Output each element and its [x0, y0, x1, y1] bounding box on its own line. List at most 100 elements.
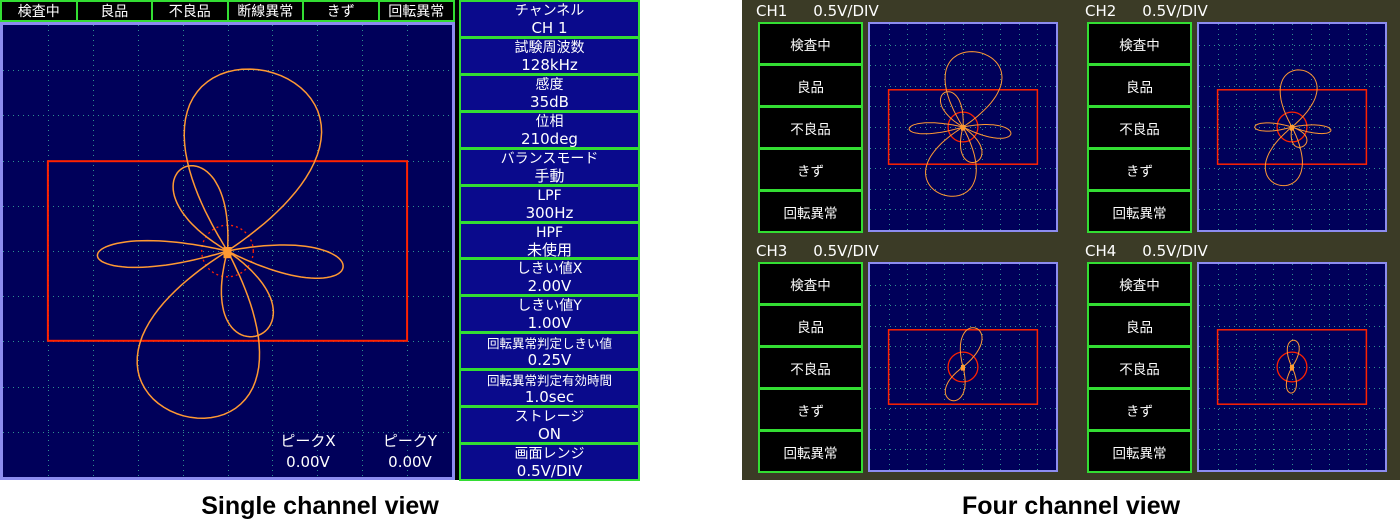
- scope-display-ch2[interactable]: [1197, 22, 1387, 232]
- menu-item-value: 2.00V: [527, 277, 572, 296]
- menu-item-label: ストレージ: [514, 409, 585, 426]
- channel-title-ch4: CH4 0.5V/DIV: [1085, 242, 1208, 260]
- peak-x-label: ピークX: [280, 432, 336, 450]
- status-button-wire-break[interactable]: 断線異常: [227, 0, 303, 22]
- menu-item-label: チャンネル: [514, 3, 585, 19]
- status-button-inspecting[interactable]: 検査中: [0, 0, 77, 22]
- status-button-ch3-inspecting[interactable]: 検査中: [758, 262, 863, 305]
- scope-display[interactable]: ピークX 0.00V ピークY 0.00V: [0, 22, 455, 480]
- status-button-ch1-inspecting[interactable]: 検査中: [758, 22, 863, 65]
- status-button-ch1-rotation-error[interactable]: 回転異常: [758, 190, 863, 233]
- status-button-ch3-scratch[interactable]: きず: [758, 388, 863, 431]
- status-button-ch3-rotation-error[interactable]: 回転異常: [758, 430, 863, 473]
- peak-y-readout: ピークY 0.00V: [355, 431, 465, 473]
- channel-status-buttons-ch1: 検査中 良品 不良品 きず 回転異常: [758, 22, 863, 233]
- scope-display-ch4[interactable]: [1197, 262, 1387, 472]
- status-button-ch2-defective[interactable]: 不良品: [1087, 106, 1192, 149]
- channel-title-ch3: CH3 0.5V/DIV: [756, 242, 879, 260]
- menu-item-value: 0.5V/DIV: [516, 462, 583, 481]
- status-button-ch3-defective[interactable]: 不良品: [758, 346, 863, 389]
- scope-display-ch1[interactable]: [868, 22, 1058, 232]
- menu-item-label: 回転異常判定有効時間: [486, 373, 612, 389]
- status-button-ch2-inspecting[interactable]: 検査中: [1087, 22, 1192, 65]
- channel-range: 0.5V/DIV: [1142, 242, 1208, 260]
- menu-item-sensitivity[interactable]: 感度 35dB: [459, 73, 640, 112]
- status-button-ch2-good[interactable]: 良品: [1087, 64, 1192, 107]
- screenshot-root: 検査中 良品 不良品 断線異常 きず 回転異常 ピークX 0.00V ピークY 0.00V…: [0, 0, 1400, 530]
- menu-item-balance-mode[interactable]: バランスモード 手動: [459, 147, 640, 186]
- menu-item-label: 回転異常判定しきい値: [486, 336, 612, 352]
- single-channel-view: 検査中 良品 不良品 断線異常 きず 回転異常 ピークX 0.00V ピークY 0.00V…: [0, 0, 640, 481]
- menu-item-value: 300Hz: [525, 203, 574, 222]
- menu-item-value: 未使用: [526, 240, 572, 259]
- settings-menu: チャンネル CH 1 試験周波数 128kHz 感度 35dB 位相 210deg バランスモー…: [459, 0, 640, 481]
- four-view-caption: Four channel view: [961, 492, 1181, 520]
- status-button-good[interactable]: 良品: [76, 0, 152, 22]
- status-button-rotation-error[interactable]: 回転異常: [378, 0, 455, 22]
- menu-item-value: 1.00V: [527, 314, 572, 333]
- menu-item-hpf[interactable]: HPF 未使用: [459, 221, 640, 260]
- scope-canvas: [3, 25, 452, 477]
- status-button-ch1-defective[interactable]: 不良品: [758, 106, 863, 149]
- channel-panel-ch3: CH3 0.5V/DIV 検査中 良品 不良品 きず 回転異常: [742, 240, 1071, 480]
- menu-item-value: 0.25V: [527, 351, 572, 370]
- status-button-ch1-good[interactable]: 良品: [758, 64, 863, 107]
- four-channel-view: CH1 0.5V/DIV 検査中 良品 不良品 きず 回転異常 CH2 0.5V/DIV 検査中良…: [742, 0, 1400, 480]
- channel-status-buttons-ch3: 検査中 良品 不良品 きず 回転異常: [758, 262, 863, 473]
- menu-item-rotation-threshold[interactable]: 回転異常判定しきい値 0.25V: [459, 332, 640, 371]
- menu-item-threshold-x[interactable]: しきい値X 2.00V: [459, 258, 640, 297]
- menu-item-value: ON: [537, 425, 562, 444]
- menu-item-rotation-valid-time[interactable]: 回転異常判定有効時間 1.0sec: [459, 369, 640, 408]
- status-button-scratch[interactable]: きず: [303, 0, 379, 22]
- menu-item-label: 位相: [535, 113, 564, 130]
- menu-item-value: 手動: [534, 166, 565, 185]
- menu-item-label: 感度: [535, 76, 564, 93]
- channel-name: CH3: [756, 242, 788, 260]
- status-button-ch4-rotation-error[interactable]: 回転異常: [1087, 430, 1192, 473]
- menu-item-storage[interactable]: ストレージ ON: [459, 406, 640, 445]
- peak-x-readout: ピークX 0.00V: [253, 431, 363, 473]
- status-button-defective[interactable]: 不良品: [152, 0, 228, 22]
- channel-status-buttons-ch2: 検査中 良品 不良品 きず 回転異常: [1087, 22, 1192, 233]
- channel-name: CH4: [1085, 242, 1117, 260]
- menu-item-value: 1.0sec: [524, 388, 575, 407]
- menu-item-value: 35dB: [530, 92, 569, 111]
- channel-panel-ch1: CH1 0.5V/DIV 検査中 良品 不良品 きず 回転異常: [742, 0, 1071, 240]
- menu-item-test-frequency[interactable]: 試験周波数 128kHz: [459, 36, 640, 75]
- status-button-bar: 検査中 良品 不良品 断線異常 きず 回転異常: [0, 0, 455, 22]
- menu-item-phase[interactable]: 位相 210deg: [459, 110, 640, 149]
- menu-item-channel[interactable]: チャンネル CH 1: [459, 0, 640, 38]
- menu-item-label: しきい値Y: [517, 298, 582, 315]
- channel-status-buttons-ch4: 検査中 良品 不良品 きず 回転異常: [1087, 262, 1192, 473]
- menu-item-label: バランスモード: [500, 150, 599, 167]
- scope-canvas-ch1: [870, 24, 1056, 230]
- menu-item-value: 128kHz: [521, 55, 578, 74]
- single-view-caption: Single channel view: [201, 492, 439, 520]
- scope-canvas-ch2: [1199, 24, 1385, 230]
- channel-name: CH1: [756, 2, 788, 20]
- status-button-ch1-scratch[interactable]: きず: [758, 148, 863, 191]
- channel-range: 0.5V/DIV: [813, 2, 879, 20]
- scope-display-ch3[interactable]: [868, 262, 1058, 472]
- peak-y-value: 0.00V: [388, 453, 432, 471]
- status-button-ch2-rotation-error[interactable]: 回転異常: [1087, 190, 1192, 233]
- status-button-ch3-good[interactable]: 良品: [758, 304, 863, 347]
- status-button-ch4-defective[interactable]: 不良品: [1087, 346, 1192, 389]
- menu-item-value: 210deg: [521, 129, 578, 148]
- channel-panel-ch4: CH4 0.5V/DIV 検査中 良品 不良品 きず 回転異常: [1071, 240, 1400, 480]
- menu-item-label: しきい値X: [516, 261, 583, 278]
- menu-item-screen-range[interactable]: 画面レンジ 0.5V/DIV: [459, 443, 640, 481]
- peak-y-label: ピークY: [382, 432, 438, 450]
- status-button-ch4-good[interactable]: 良品: [1087, 304, 1192, 347]
- menu-item-lpf[interactable]: LPF 300Hz: [459, 184, 640, 223]
- channel-range: 0.5V/DIV: [1142, 2, 1208, 20]
- menu-item-label: LPF: [537, 187, 562, 204]
- menu-item-threshold-y[interactable]: しきい値Y 1.00V: [459, 295, 640, 334]
- status-button-ch4-scratch[interactable]: きず: [1087, 388, 1192, 431]
- status-button-ch4-inspecting[interactable]: 検査中: [1087, 262, 1192, 305]
- status-button-ch2-scratch[interactable]: きず: [1087, 148, 1192, 191]
- scope-canvas-ch3: [870, 264, 1056, 470]
- peak-readout: ピークX 0.00V ピークY 0.00V: [3, 429, 452, 473]
- menu-item-label: HPF: [535, 224, 564, 241]
- channel-range: 0.5V/DIV: [813, 242, 879, 260]
